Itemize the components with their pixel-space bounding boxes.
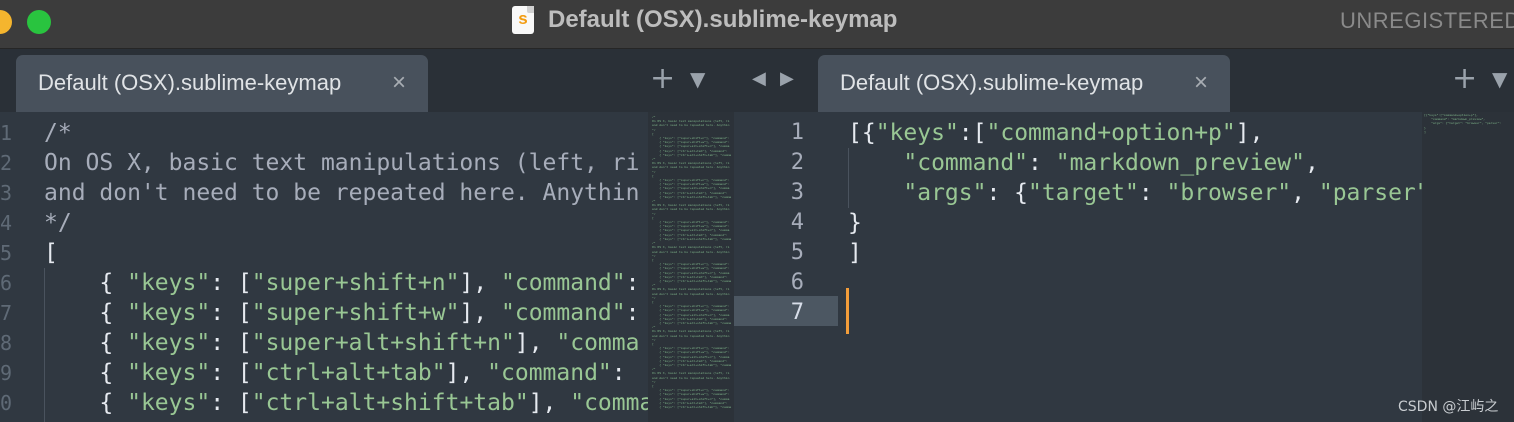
line-number: 1 [790, 120, 804, 145]
minimize-button[interactable] [0, 10, 12, 34]
tab-menu-chevron-icon[interactable]: ▼ [1492, 67, 1507, 91]
registration-status: UNREGISTERED [1340, 8, 1514, 33]
tab-label: Default (OSX).sublime-keymap [840, 70, 1144, 95]
window-title: Default (OSX).sublime-keymap [548, 6, 898, 33]
new-tab-plus-icon[interactable]: + [1452, 61, 1477, 96]
line-number: 2 [790, 150, 804, 175]
minimap[interactable]: [{"keys":["command+option+p"], "command"… [1422, 112, 1514, 422]
zoom-button[interactable] [27, 10, 51, 34]
left-tab-bar: Default (OSX).sublime-keymap × + ▼ [0, 49, 742, 112]
code-text-area[interactable]: /* On OS X, basic text manipulations (le… [44, 118, 653, 418]
tab-menu-chevron-icon[interactable]: ▼ [690, 67, 705, 91]
minimap-content: /* On OS X, basic text manipulations (le… [652, 116, 732, 410]
new-tab-plus-icon[interactable]: + [650, 61, 675, 96]
text-cursor [846, 288, 849, 334]
line-number: 7 [790, 300, 804, 325]
line-number: 4 [790, 210, 804, 235]
tab-default-osx-keymap-right[interactable]: Default (OSX).sublime-keymap × [818, 55, 1230, 112]
watermark: CSDN @江屿之 [1398, 399, 1499, 415]
line-number-gutter: 1234567890 [0, 121, 13, 415]
minimap[interactable]: /* On OS X, basic text manipulations (le… [648, 112, 734, 422]
line-number: 6 [790, 270, 804, 295]
tab-label: Default (OSX).sublime-keymap [38, 70, 342, 95]
right-tab-bar: ◀ ▶ Default (OSX).sublime-keymap × + ▼ [742, 49, 1514, 112]
line-number: 3 [790, 180, 804, 205]
title-bar: s Default (OSX).sublime-keymap UNREGISTE… [0, 0, 1514, 49]
close-tab-icon[interactable]: × [392, 69, 406, 97]
sublime-app-icon: s [512, 6, 534, 34]
close-tab-icon[interactable]: × [1194, 69, 1208, 97]
next-tab-arrow-icon[interactable]: ▶ [780, 68, 794, 89]
line-number-gutter: 1 2 3 4 5 6 7 [734, 118, 804, 328]
right-editor-pane[interactable]: 1 2 3 4 5 6 7 [{"keys":["command+option+p"], "… [734, 112, 1514, 422]
tab-default-osx-keymap-left[interactable]: Default (OSX).sublime-keymap × [16, 55, 428, 112]
previous-tab-arrow-icon[interactable]: ◀ [752, 68, 766, 89]
line-number: 5 [790, 240, 804, 265]
code-text-area[interactable]: [{"keys":["command+option+p"], "command"… [848, 118, 1443, 298]
minimap-content: [{"keys":["command+option+p"], "command"… [1424, 114, 1502, 134]
left-editor-pane[interactable]: 1234567890 /* On OS X, basic text manipu… [0, 112, 734, 422]
